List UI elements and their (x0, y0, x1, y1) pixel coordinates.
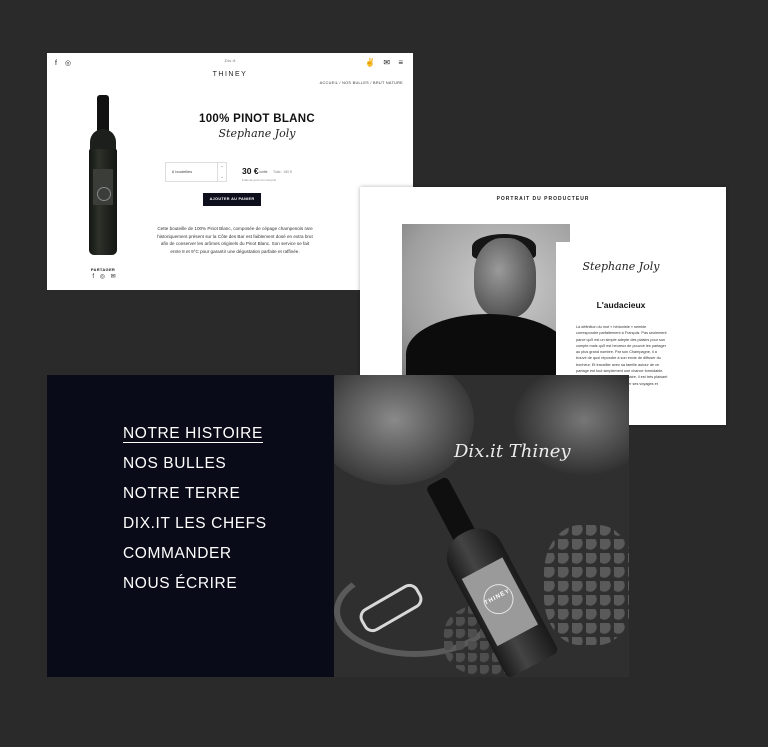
navigation-menu-panel: NOTRE HISTOIRE NOS BULLES NOTRE TERRE DI… (47, 375, 334, 677)
menu-item-nous-ecrire[interactable]: NOUS ÉCRIRE (123, 573, 267, 603)
photo-signature: Dix.it Thiney (454, 441, 571, 462)
facebook-share-icon[interactable]: f (92, 274, 94, 280)
shipping-note: Frais de port non compris (242, 178, 277, 182)
producer-photo (402, 224, 570, 379)
product-page-screenshot: f ◎ Dix.it THINEY ✌ ✉ ≡ ACCUEIL / NOS BU… (47, 53, 413, 290)
share-label: PARTAGER (90, 267, 116, 272)
grape-cluster (544, 525, 629, 645)
price-unit: /unité (259, 170, 268, 174)
portrait-signature: Stephane Joly (582, 260, 660, 273)
stepper-down-icon[interactable]: ⌄ (218, 172, 226, 181)
top-bar: f ◎ Dix.it THINEY ✌ ✉ ≡ (47, 53, 413, 78)
product-title: 100% PINOT BLANC (199, 113, 315, 125)
producer-signature: Stephane Joly (218, 127, 296, 140)
menu-item-nos-bulles[interactable]: NOS BULLES (123, 453, 267, 483)
add-to-cart-button[interactable]: AJOUTER AU PANIER (203, 193, 261, 206)
menu-item-notre-histoire[interactable]: NOTRE HISTOIRE (123, 423, 267, 453)
portrait-subtitle: L'audacieux (596, 300, 646, 310)
menu-list: NOTRE HISTOIRE NOS BULLES NOTRE TERRE DI… (123, 423, 267, 603)
price-total: Total : 180 € (273, 170, 293, 174)
site-logo[interactable]: Dix.it THINEY (47, 58, 413, 81)
mail-icon[interactable]: ✉ (383, 58, 390, 67)
menu-item-notre-terre[interactable]: NOTRE TERRE (123, 483, 267, 513)
unit-price: 30 € (242, 166, 259, 176)
email-share-icon[interactable]: ✉ (111, 274, 116, 280)
portrait-header: PORTRAIT DU PRODUCTEUR (496, 196, 590, 202)
vineyard-photo: THINEY Dix.it Thiney (334, 375, 629, 677)
quantity-value: 6 bouteilles (172, 169, 193, 174)
quantity-stepper[interactable]: ⌃ ⌄ (217, 163, 226, 181)
quantity-selector[interactable]: 6 bouteilles ⌃ ⌄ (165, 162, 227, 182)
logo-script: Dix.it (224, 58, 236, 63)
share-links: f ◎ ✉ (87, 273, 121, 280)
product-bottle-image (89, 95, 117, 257)
menu-icon[interactable]: ≡ (398, 58, 403, 67)
peace-icon[interactable]: ✌ (365, 58, 375, 67)
stepper-up-icon[interactable]: ⌃ (218, 163, 226, 172)
product-description: Cette bouteille de 100% Pinot Blanc, com… (157, 226, 313, 254)
logo-name: THINEY (212, 71, 248, 78)
header-actions: ✌ ✉ ≡ (359, 58, 403, 67)
menu-item-commander[interactable]: COMMANDER (123, 543, 267, 573)
instagram-share-icon[interactable]: ◎ (100, 274, 105, 280)
menu-item-les-chefs[interactable]: DIX.IT LES CHEFS (123, 513, 267, 543)
breadcrumb[interactable]: ACCUEIL / NOS BULLES / BRUT NATURE (320, 81, 403, 85)
menu-item-label: NOTRE HISTOIRE (123, 425, 263, 443)
